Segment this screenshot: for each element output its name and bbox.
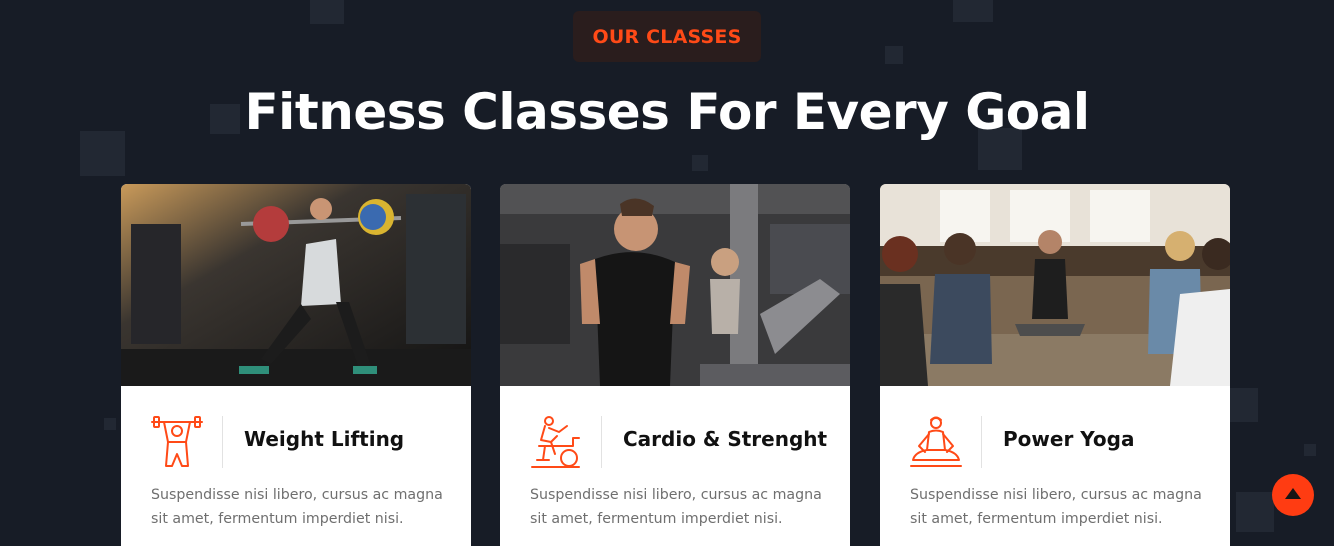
scroll-to-top-button[interactable]	[1272, 474, 1314, 516]
yoga-meditation-icon	[909, 416, 965, 470]
man-running-treadmill-photo	[500, 184, 850, 386]
woman-lifting-barbell-photo	[121, 184, 471, 386]
background-square	[692, 155, 708, 171]
card-description: Suspendisse nisi libero, cursus ac magna…	[151, 487, 443, 527]
card-header: Power Yoga	[909, 416, 1209, 468]
class-card-cardio[interactable]: Cardio & Strenght Suspendisse nisi liber…	[500, 184, 850, 546]
weightlifter-icon	[150, 416, 206, 470]
background-square	[1230, 388, 1258, 422]
background-square	[1236, 492, 1274, 532]
arrow-up-icon	[1285, 488, 1301, 499]
class-card-weight-lifting[interactable]: Weight Lifting Suspendisse nisi libero, …	[121, 184, 471, 546]
card-title: Weight Lifting	[244, 427, 405, 451]
background-square	[104, 418, 116, 430]
card-divider	[601, 416, 602, 468]
section-badge-wrap: OUR CLASSES	[0, 11, 1334, 62]
card-header: Cardio & Strenght	[529, 416, 829, 468]
exercise-bike-icon	[529, 416, 585, 470]
section-title: Fitness Classes For Every Goal	[244, 83, 1090, 141]
background-square	[1304, 444, 1316, 456]
card-title: Power Yoga	[1003, 427, 1135, 451]
card-divider	[222, 416, 223, 468]
card-header: Weight Lifting	[150, 416, 450, 468]
card-divider	[981, 416, 982, 468]
card-title: Cardio & Strenght	[623, 427, 828, 451]
card-description: Suspendisse nisi libero, cursus ac magna…	[530, 487, 822, 527]
section-badge: OUR CLASSES	[572, 11, 762, 62]
card-description: Suspendisse nisi libero, cursus ac magna…	[910, 487, 1202, 527]
yoga-class-photo	[880, 184, 1230, 386]
class-card-power-yoga[interactable]: Power Yoga Suspendisse nisi libero, curs…	[880, 184, 1230, 546]
